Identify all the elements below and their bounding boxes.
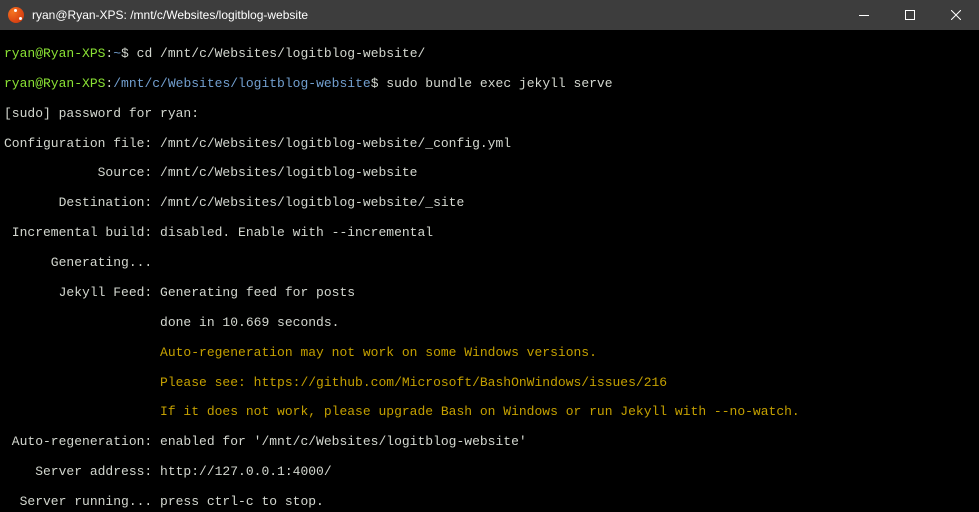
output-done: done in 10.669 seconds. [4,316,975,331]
command-text: sudo bundle exec jekyll serve [386,76,612,91]
output-source: Source: /mnt/c/Websites/logitblog-websit… [4,166,975,181]
prompt-tilde: ~ [113,46,121,61]
prompt-userhost: ryan@Ryan-XPS [4,46,105,61]
prompt-line-1: ryan@Ryan-XPS:~$ cd /mnt/c/Websites/logi… [4,47,975,62]
terminal-window: ryan@Ryan-XPS: /mnt/c/Websites/logitblog… [0,0,979,512]
titlebar[interactable]: ryan@Ryan-XPS: /mnt/c/Websites/logitblog… [0,0,979,30]
prompt-path: /mnt/c/Websites/logitblog-website [113,76,370,91]
prompt-userhost: ryan@Ryan-XPS [4,76,105,91]
minimize-icon [859,15,869,16]
window-title: ryan@Ryan-XPS: /mnt/c/Websites/logitblog… [32,8,841,22]
output-generating: Generating... [4,256,975,271]
maximize-button[interactable] [887,0,933,30]
minimize-button[interactable] [841,0,887,30]
prompt-dollar: $ [121,46,137,61]
output-warning-2: Please see: https://github.com/Microsoft… [4,376,975,391]
output-sudo: [sudo] password for ryan: [4,107,975,122]
command-text: cd /mnt/c/Websites/logitblog-website/ [137,46,426,61]
output-destination: Destination: /mnt/c/Websites/logitblog-w… [4,196,975,211]
output-warning-1: Auto-regeneration may not work on some W… [4,346,975,361]
maximize-icon [905,10,915,20]
ubuntu-icon [8,7,24,23]
prompt-dollar: $ [371,76,387,91]
window-controls [841,0,979,30]
prompt-line-2: ryan@Ryan-XPS:/mnt/c/Websites/logitblog-… [4,77,975,92]
close-button[interactable] [933,0,979,30]
output-running: Server running... press ctrl-c to stop. [4,495,975,510]
output-feed: Jekyll Feed: Generating feed for posts [4,286,975,301]
terminal-body[interactable]: ryan@Ryan-XPS:~$ cd /mnt/c/Websites/logi… [0,30,979,512]
output-warning-3: If it does not work, please upgrade Bash… [4,405,975,420]
output-config: Configuration file: /mnt/c/Websites/logi… [4,137,975,152]
output-autoregen: Auto-regeneration: enabled for '/mnt/c/W… [4,435,975,450]
output-address: Server address: http://127.0.0.1:4000/ [4,465,975,480]
output-incremental: Incremental build: disabled. Enable with… [4,226,975,241]
close-icon [951,10,961,20]
